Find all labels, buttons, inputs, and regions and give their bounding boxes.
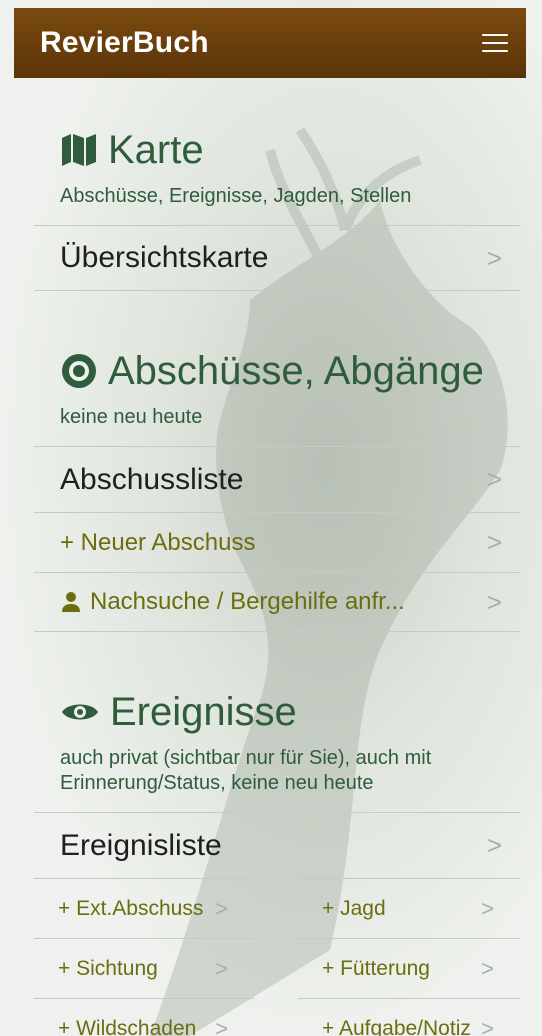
row-label: Übersichtskarte [60,241,269,274]
map-icon [62,134,96,166]
ext-abschuss-button[interactable]: + Ext.Abschuss > [34,878,254,938]
chevron-right-icon: > [481,1015,494,1036]
chevron-right-icon: > [481,955,494,981]
app-title: RevierBuch [40,26,209,59]
chevron-right-icon: > [486,242,502,273]
chevron-right-icon: > [215,955,228,981]
app-header: RevierBuch [14,8,526,78]
row-label: Abschussliste [60,462,244,496]
row-label-with-icon: Nachsuche / Bergehilfe anfr... [60,588,405,616]
section-subtitle-ereignisse: auch privat (sichtbar nur für Sie), auch… [60,747,432,794]
chevron-right-icon: > [486,464,502,494]
uebersichtskarte-link[interactable]: Übersichtskarte > [34,225,520,291]
sichtung-button[interactable]: + Sichtung > [34,938,254,998]
wildschaden-button[interactable]: + Wildschaden > [34,998,254,1036]
cell-label: + Wildschaden [58,1016,197,1036]
ereignisliste-link[interactable]: Ereignisliste > [34,812,520,878]
cell-label: + Sichtung [58,956,158,980]
chevron-right-icon: > [215,1015,228,1036]
row-label: Nachsuche / Bergehilfe anfr... [90,588,405,615]
main-content: Karte Abschüsse, Ereignisse, Jagden, Ste… [0,78,542,1036]
section-subtitle-karte: Abschüsse, Ereignisse, Jagden, Stellen [60,185,412,207]
chevron-right-icon: > [486,527,502,557]
section-subtitle-abschuesse: keine neu heute [60,406,203,428]
chevron-right-icon: > [481,895,494,921]
cell-label: + Aufgabe/Notiz [322,1016,471,1036]
aufgabe-notiz-button[interactable]: + Aufgabe/Notiz > [298,998,520,1036]
chevron-right-icon: > [486,830,502,860]
section-title-abschuesse: Abschüsse, Abgänge [60,349,520,393]
section-abschuesse: Abschüsse, Abgänge keine neu heute Absch… [34,291,520,632]
row-label: Ereignisliste [60,828,222,862]
ereignisse-quick-actions-row3: + Wildschaden > + Aufgabe/Notiz > [34,998,520,1036]
section-title-text: Abschüsse, Abgänge [108,349,484,393]
chevron-right-icon: > [215,895,228,921]
app-screen: RevierBuch Karte Abschüsse, Ereignisse, … [0,0,542,1036]
section-title-text: Ereignisse [110,690,297,734]
cell-label: + Fütterung [322,956,430,980]
jagd-button[interactable]: + Jagd > [298,878,520,938]
chevron-right-icon: > [486,586,502,617]
cell-label: + Ext.Abschuss [58,896,204,920]
ereignisse-quick-actions: + Ext.Abschuss > + Jagd > [34,878,520,938]
target-icon [62,354,96,388]
abschussliste-link[interactable]: Abschussliste > [34,446,520,512]
section-ereignisse: Ereignisse auch privat (sichtbar nur für… [34,632,520,1036]
ereignisse-quick-actions-row2: + Sichtung > + Fütterung > [34,938,520,998]
section-karte: Karte Abschüsse, Ereignisse, Jagden, Ste… [34,78,520,291]
eye-icon [62,704,98,720]
cell-label: + Jagd [322,896,386,920]
neuer-abschuss-button[interactable]: + Neuer Abschuss > [34,512,520,572]
section-title-text: Karte [108,128,204,172]
section-title-ereignisse: Ereignisse [60,690,520,734]
nachsuche-bergehilfe-button[interactable]: Nachsuche / Bergehilfe anfr... > [34,572,520,632]
menu-icon[interactable] [482,34,508,52]
row-label: + Neuer Abschuss [60,528,256,556]
person-icon [62,592,80,612]
section-title-karte: Karte [60,128,520,172]
fuetterung-button[interactable]: + Fütterung > [298,938,520,998]
